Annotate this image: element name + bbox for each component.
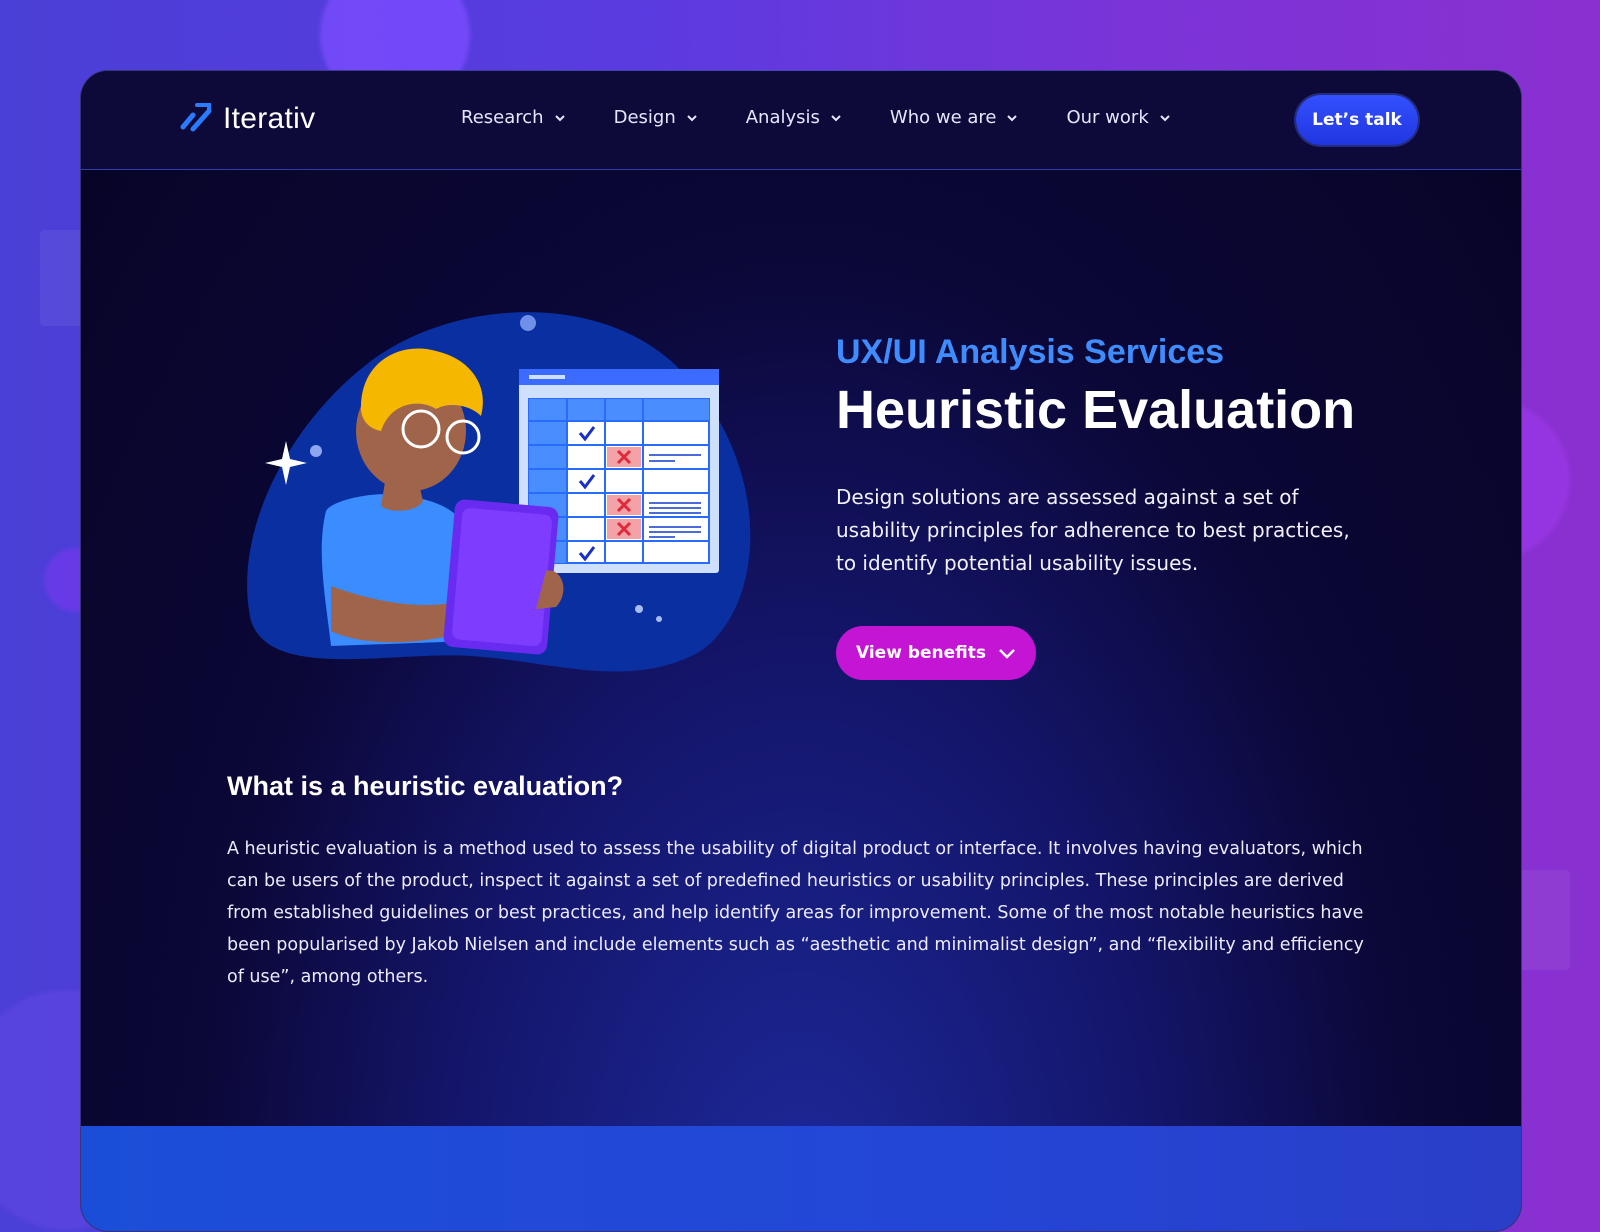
nav-item-label: Who we are — [889, 107, 997, 128]
top-navbar: Iterativ Research Design Analysis Who we… — [81, 71, 1521, 170]
nav-item-label: Analysis — [745, 107, 820, 128]
nav-item-our-work[interactable]: Our work — [1066, 107, 1170, 128]
button-label: View benefits — [856, 643, 987, 663]
footer-band — [81, 1126, 1521, 1231]
hero-description: Design solutions are assessed against a … — [836, 485, 1350, 575]
page-title: Heuristic Evaluation — [836, 380, 1356, 440]
nav-item-analysis[interactable]: Analysis — [746, 107, 842, 128]
logo-icon — [179, 101, 215, 137]
nav-item-who-we-are[interactable]: Who we are — [890, 107, 1019, 128]
nav-item-research[interactable]: Research — [461, 107, 566, 128]
hero-illustration — [231, 301, 771, 681]
chevron-down-icon — [687, 114, 697, 121]
main-nav: Research Design Analysis Who we are Our … — [461, 107, 1219, 128]
nav-item-label: Research — [461, 107, 544, 128]
chevron-down-icon — [999, 649, 1015, 659]
brand-name: Iterativ — [223, 102, 316, 135]
section-body: A heuristic evaluation is a method used … — [227, 839, 1364, 987]
view-benefits-button[interactable]: View benefits — [836, 626, 1037, 680]
browser-window: Iterativ Research Design Analysis Who we… — [80, 70, 1522, 1232]
nav-item-label: Design — [613, 107, 676, 128]
hero-eyebrow: UX/UI Analysis Services — [836, 333, 1225, 371]
brand-logo[interactable]: Iterativ — [179, 101, 315, 137]
chevron-down-icon — [1007, 114, 1018, 121]
nav-item-label: Our work — [1066, 107, 1149, 128]
chevron-down-icon — [554, 114, 565, 121]
chevron-down-icon — [831, 114, 841, 121]
section-heading: What is a heuristic evaluation? — [227, 771, 624, 801]
chevron-down-icon — [1160, 114, 1170, 121]
lets-talk-button[interactable]: Let’s talk — [1296, 95, 1418, 145]
nav-item-design[interactable]: Design — [614, 107, 698, 128]
